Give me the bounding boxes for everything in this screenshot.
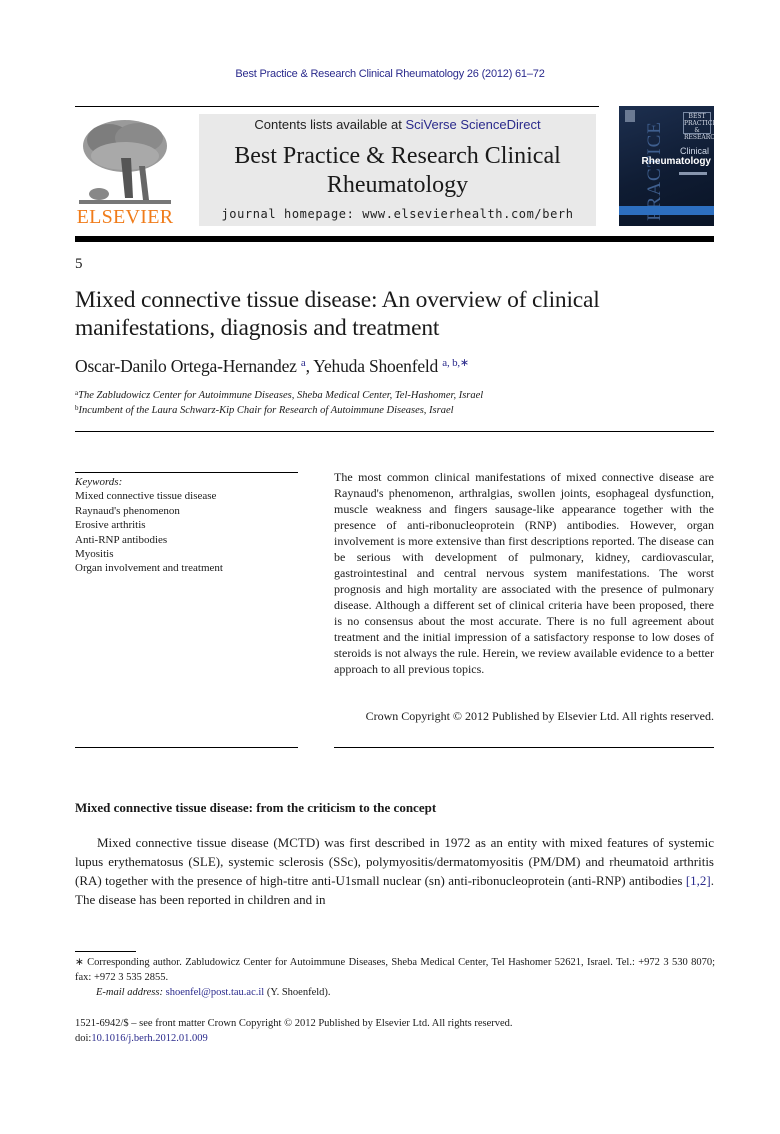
journal-title-line1: Best Practice & Research Clinical	[234, 143, 561, 169]
cover-stripe	[619, 206, 714, 215]
journal-homepage-link[interactable]: journal homepage: www.elsevierhealth.com…	[199, 207, 596, 221]
masthead-divider	[75, 236, 714, 242]
section-heading: Mixed connective tissue disease: from th…	[75, 800, 437, 815]
doi-prefix: doi:	[75, 1033, 92, 1044]
keyword-item: Raynaud's phenomenon	[75, 504, 180, 517]
author-affiliation-marks[interactable]: a	[301, 357, 306, 369]
journal-title[interactable]: Best Practice & Research Clinical Rheuma…	[199, 142, 596, 200]
affiliation-b: bIncumbent of the Laura Schwarz-Kip Chai…	[75, 404, 715, 416]
sciencedirect-link[interactable]: SciVerse ScienceDirect	[405, 117, 540, 132]
cover-clinical: Clinical	[679, 146, 709, 156]
keywords-bottom-rule	[75, 747, 298, 748]
tree-logo-icon	[79, 116, 171, 208]
corresponding-author-footnote: ∗ Corresponding author. Zabludowicz Cent…	[75, 957, 715, 983]
abstract-copyright: Crown Copyright © 2012 Published by Else…	[365, 709, 714, 723]
running-head[interactable]: Best Practice & Research Clinical Rheuma…	[0, 68, 780, 80]
journal-masthead: Contents lists available at SciVerse Sci…	[199, 114, 596, 226]
author-list: Oscar-Danilo Ortega-Hernandez a, Yehuda …	[75, 356, 469, 376]
article-title: Mixed connective tissue disease: An over…	[75, 287, 600, 341]
keyword-item: Myositis	[75, 548, 114, 561]
affiliation-text: The Zabludowicz Center for Autoimmune Di…	[78, 390, 484, 401]
elsevier-logo[interactable]: ELSEVIER	[75, 112, 175, 230]
email-label: E-mail address:	[96, 987, 163, 998]
body-paragraph: Mixed connective tissue disease (MCTD) w…	[75, 833, 714, 909]
doi-line: doi:10.1016/j.berh.2012.01.009	[75, 1031, 715, 1046]
journal-title-line2: Rheumatology	[326, 172, 469, 198]
keywords-box: Keywords: Mixed connective tissue diseas…	[75, 475, 298, 576]
footnote-rule	[75, 951, 136, 952]
doi-link[interactable]: 10.1016/j.berh.2012.01.009	[91, 1033, 207, 1044]
keyword-item: Mixed connective tissue disease	[75, 490, 217, 503]
abstract-text: The most common clinical manifestations …	[334, 470, 714, 676]
email-suffix: (Y. Shoenfeld).	[264, 987, 331, 998]
abstract-bottom-rule	[334, 747, 714, 748]
chapter-number: 5	[75, 256, 83, 272]
keyword-item: Erosive arthritis	[75, 519, 146, 532]
keywords-label: Keywords:	[75, 476, 123, 488]
affiliation-text: Incumbent of the Laura Schwarz-Kip Chair…	[78, 405, 454, 416]
elsevier-wordmark: ELSEVIER	[76, 206, 174, 228]
author-name[interactable]: Yehuda Shoenfeld	[313, 356, 438, 376]
cover-editor-line	[679, 172, 707, 175]
contents-prefix: Contents lists available at	[254, 117, 406, 132]
keyword-item: Anti-RNP antibodies	[75, 533, 168, 546]
affiliation-a: aThe Zabludowicz Center for Autoimmune D…	[75, 389, 715, 401]
email-link[interactable]: shoenfel@post.tau.ac.il	[166, 987, 265, 998]
issn-line: 1521-6942/$ – see front matter Crown Cop…	[75, 1018, 513, 1029]
affiliation-divider	[75, 431, 714, 432]
citation-link[interactable]: [1,2]	[686, 873, 711, 888]
body-text-start: Mixed connective tissue disease (MCTD) w…	[75, 835, 714, 888]
cover-publisher-icon	[625, 110, 635, 122]
keyword-item: Organ involvement and treatment	[75, 562, 223, 575]
top-rule	[75, 106, 599, 107]
issn-block: 1521-6942/$ – see front matter Crown Cop…	[75, 1016, 715, 1046]
journal-cover-image[interactable]: BEST PRACTICE & RESEARCH PRACTICE Clinic…	[619, 106, 714, 226]
email-footnote: E-mail address: shoenfel@post.tau.ac.il …	[96, 985, 716, 1000]
author-name[interactable]: Oscar-Danilo Ortega-Hernandez	[75, 356, 297, 376]
cover-rheumatology: Rheumatology	[641, 156, 711, 167]
cover-badge: BEST PRACTICE & RESEARCH	[683, 112, 714, 141]
author-affiliation-marks[interactable]: a, b,∗	[442, 357, 469, 369]
contents-line: Contents lists available at SciVerse Sci…	[199, 117, 596, 132]
keywords-top-rule	[75, 472, 298, 473]
